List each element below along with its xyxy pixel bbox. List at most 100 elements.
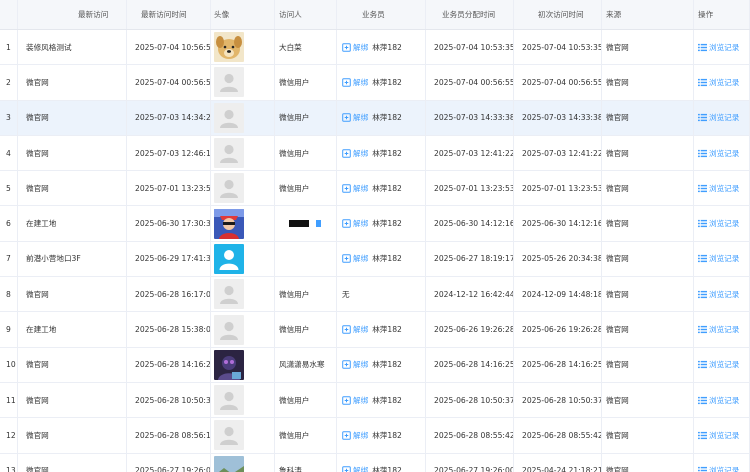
view-records-link[interactable]: 浏览记录	[698, 465, 739, 472]
unbind-link[interactable]: 解绑	[342, 42, 368, 53]
view-records-link[interactable]: 浏览记录	[698, 395, 739, 406]
avatar-image[interactable]	[214, 243, 244, 274]
header-salesman[interactable]: 业务员	[337, 0, 426, 29]
unbind-label: 解绑	[353, 395, 369, 405]
unbind-icon	[342, 431, 351, 440]
latest-visit-cell: 微官网	[18, 100, 127, 135]
avatar-image[interactable]	[214, 32, 244, 63]
unbind-link[interactable]: 解绑	[342, 359, 368, 370]
avatar-image[interactable]	[214, 208, 244, 239]
salesman-group: 解绑 林萍182	[342, 253, 402, 264]
visitor-name: 微信用户	[279, 430, 310, 440]
latest-visit-time-cell: 2025-06-29 17:41:31	[127, 241, 211, 277]
table-row[interactable]: 4 微官网 2025-07-03 12:46:13 微信用户 解绑 林萍182 2…	[0, 135, 750, 172]
table-row[interactable]: 1 装修风格测试 2025-07-04 10:56:57 大白菜 解绑 林萍182…	[0, 30, 750, 66]
default-avatar-icon[interactable]	[214, 67, 244, 98]
view-records-link[interactable]: 浏览记录	[698, 289, 739, 300]
unbind-link[interactable]: 解绑	[342, 112, 368, 123]
source-cell: 微官网	[602, 277, 694, 312]
latest-visit-cell: 在建工地	[18, 312, 127, 347]
salesman-group: 解绑 林萍182	[342, 430, 402, 441]
unbind-icon	[342, 42, 351, 52]
avatar-cell	[211, 241, 275, 277]
avatar-cell	[211, 382, 275, 418]
table-row[interactable]: 8 微官网 2025-06-28 16:17:06 微信用户 无 2024-12…	[0, 277, 750, 313]
unbind-link[interactable]: 解绑	[342, 465, 368, 472]
avatar-cell	[211, 347, 275, 382]
salesman-cell: 解绑 林萍182	[337, 241, 426, 277]
visitor-cell: 微信用户	[275, 100, 337, 135]
default-avatar-icon[interactable]	[214, 173, 244, 204]
table-row[interactable]: 9 在建工地 2025-06-28 15:38:01 微信用户 解绑 林萍182 …	[0, 312, 750, 348]
unbind-label: 解绑	[353, 360, 369, 370]
visitor-cell: 微信用户	[275, 418, 337, 453]
default-avatar-icon[interactable]	[214, 385, 244, 416]
table-row[interactable]: 12 微官网 2025-06-28 08:56:16 微信用户 解绑 林萍182 …	[0, 418, 750, 454]
view-records-link[interactable]: 浏览记录	[698, 359, 739, 370]
first-visit-time-cell: 2025-07-04 00:56:55	[514, 65, 602, 100]
visitor-cell: 微信用户	[275, 65, 337, 100]
latest-visit-time-cell: 2025-06-28 08:56:16	[127, 418, 211, 453]
view-records-link[interactable]: 浏览记录	[698, 324, 739, 335]
salesman-name: 林萍182	[372, 219, 402, 229]
table-row[interactable]: 13 微官网 2025-06-27 19:26:01 鲁科涛 解绑 林萍182 2…	[0, 453, 750, 472]
default-avatar-icon[interactable]	[214, 102, 244, 133]
view-records-link[interactable]: 浏览记录	[698, 112, 739, 123]
avatar-cell	[211, 312, 275, 347]
header-source[interactable]: 来源	[602, 0, 694, 29]
view-records-link[interactable]: 浏览记录	[698, 42, 739, 53]
unbind-link[interactable]: 解绑	[342, 183, 368, 194]
view-records-link[interactable]: 浏览记录	[698, 148, 739, 159]
visitor-cell	[275, 241, 337, 277]
view-records-label: 浏览记录	[709, 42, 740, 52]
visitor-table: 最新访问 最新访问时间 头像 访问人 业务员 业务员分配时间 初次访问时间 来源…	[0, 0, 750, 472]
salesman-group: 解绑 林萍182	[342, 359, 402, 370]
table-row[interactable]: 11 微官网 2025-06-28 10:50:37 微信用户 解绑 林萍182 …	[0, 382, 750, 419]
unbind-link[interactable]: 解绑	[342, 218, 368, 229]
view-records-link[interactable]: 浏览记录	[698, 253, 739, 264]
header-latest-visit[interactable]: 最新访问	[18, 0, 127, 29]
view-records-link[interactable]: 浏览记录	[698, 430, 739, 441]
table-row[interactable]: 7 前潜小营地口3F 2025-06-29 17:41:31 解绑 林萍182 2…	[0, 241, 750, 278]
view-records-link[interactable]: 浏览记录	[698, 218, 739, 229]
source-cell: 微官网	[602, 347, 694, 382]
unbind-link[interactable]: 解绑	[342, 324, 368, 335]
header-visitor[interactable]: 访问人	[275, 0, 337, 29]
default-avatar-icon[interactable]	[214, 279, 244, 310]
assigned-time-cell: 2025-06-26 19:26:28	[426, 312, 514, 347]
list-icon	[698, 114, 707, 122]
header-assigned-time[interactable]: 业务员分配时间	[426, 0, 514, 29]
list-icon	[698, 361, 707, 369]
default-avatar-icon[interactable]	[214, 314, 244, 345]
table-row[interactable]: 2 微官网 2025-07-04 00:56:57 微信用户 解绑 林萍182 2…	[0, 65, 750, 101]
unbind-link[interactable]: 解绑	[342, 148, 368, 159]
visitor-cell: 微信用户	[275, 135, 337, 171]
table-row[interactable]: 3 微官网 2025-07-03 14:34:22 微信用户 解绑 林萍182 2…	[0, 100, 750, 136]
default-avatar-icon[interactable]	[214, 138, 244, 169]
view-records-link[interactable]: 浏览记录	[698, 77, 739, 88]
row-index: 10	[0, 347, 18, 382]
avatar-image[interactable]	[214, 455, 244, 472]
visitor-name: 微信用户	[279, 289, 310, 299]
visitor-cell: 微信用户	[275, 382, 337, 418]
unbind-link[interactable]: 解绑	[342, 77, 368, 88]
header-first-visit-time[interactable]: 初次访问时间	[514, 0, 602, 29]
view-records-label: 浏览记录	[709, 289, 740, 299]
actions-cell: 浏览记录	[694, 453, 750, 472]
view-records-link[interactable]: 浏览记录	[698, 183, 739, 194]
first-visit-time-cell: 2025-06-28 08:55:42	[514, 418, 602, 453]
table-row[interactable]: 5 微官网 2025-07-01 13:23:54 微信用户 解绑 林萍182 2…	[0, 171, 750, 207]
avatar-image[interactable]	[214, 349, 244, 380]
salesman-cell: 解绑 林萍182	[337, 453, 426, 472]
salesman-group: 解绑 林萍182	[342, 77, 402, 88]
default-avatar-icon[interactable]	[214, 420, 244, 451]
header-latest-visit-time[interactable]: 最新访问时间	[127, 0, 211, 29]
unbind-link[interactable]: 解绑	[342, 253, 368, 264]
first-visit-time-cell: 2025-05-26 20:34:38	[514, 241, 602, 277]
unbind-link[interactable]: 解绑	[342, 395, 368, 406]
table-row[interactable]: 6 在建工地 2025-06-30 17:30:34 解绑 林萍182 2025-…	[0, 206, 750, 242]
unbind-link[interactable]: 解绑	[342, 430, 368, 441]
first-visit-time-cell: 2025-07-03 14:33:38	[514, 100, 602, 135]
table-row[interactable]: 10 微官网 2025-06-28 14:16:25 风潇潇易水寒 解绑 林萍18…	[0, 347, 750, 383]
latest-visit-cell: 装修风格测试	[18, 30, 127, 65]
